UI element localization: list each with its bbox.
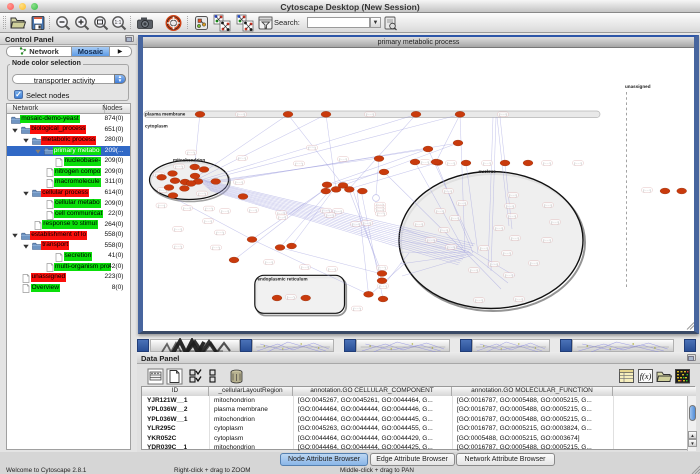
svg-text:(·····): (·····) [249, 208, 256, 212]
svg-text:(·····): (·····) [237, 113, 244, 117]
svg-text:(·····): (·····) [499, 113, 506, 117]
svg-text:(·····): (·····) [278, 215, 285, 219]
svg-text:(·····): (·····) [187, 151, 194, 155]
svg-text:(·····): (·····) [366, 113, 373, 117]
svg-text:(·····): (·····) [339, 157, 346, 161]
svg-text:(·····): (·····) [308, 146, 315, 150]
svg-text:(·····): (·····) [447, 245, 454, 249]
svg-text:(·····): (·····) [447, 161, 454, 165]
svg-text:(·····): (·····) [265, 260, 272, 264]
svg-text:(·····): (·····) [515, 297, 522, 301]
svg-text:(·····): (·····) [352, 222, 359, 226]
svg-text:(·····): (·····) [458, 201, 465, 205]
svg-text:(·····): (·····) [530, 261, 537, 265]
svg-text:(·····): (·····) [415, 222, 422, 226]
svg-text:(·····): (·····) [495, 226, 502, 230]
svg-text:(·····): (·····) [287, 295, 294, 299]
svg-text:unassigned: unassigned [625, 84, 651, 89]
svg-text:1:1: 1:1 [115, 20, 122, 26]
svg-text:(·····): (·····) [444, 189, 451, 193]
svg-text:(·····): (·····) [451, 216, 458, 220]
svg-text:(·····): (·····) [544, 203, 551, 207]
svg-text:(·····): (·····) [551, 220, 558, 224]
svg-text:(·····): (·····) [238, 156, 245, 160]
svg-text:(·····): (·····) [643, 188, 650, 192]
svg-text:endoplasmic reticulum: endoplasmic reticulum [258, 277, 308, 282]
svg-text:(·····): (·····) [503, 251, 510, 255]
svg-text:(·····): (·····) [353, 307, 360, 311]
svg-text:f(x): f(x) [640, 371, 652, 381]
svg-text:(·····): (·····) [328, 267, 335, 271]
svg-text:(·····): (·····) [506, 204, 513, 208]
svg-text:(·····): (·····) [490, 262, 497, 266]
svg-text:(·····): (·····) [363, 221, 370, 225]
svg-text:(·····): (·····) [301, 265, 308, 269]
svg-text:(·····): (·····) [421, 160, 428, 164]
svg-text:(·····): (·····) [543, 238, 550, 242]
svg-text:(·····): (·····) [427, 238, 434, 242]
svg-text:(·····): (·····) [326, 213, 333, 217]
svg-text:(·····): (·····) [483, 161, 490, 165]
svg-text:(·····): (·····) [175, 165, 182, 169]
svg-text:(·····): (·····) [543, 161, 550, 165]
svg-text:(·····): (·····) [440, 228, 447, 232]
svg-text:(·····): (·····) [221, 209, 228, 213]
svg-text:(·····): (·····) [212, 246, 219, 250]
svg-text:(·····): (·····) [511, 236, 518, 240]
svg-text:(·····): (·····) [379, 284, 386, 288]
svg-text:(·····): (·····) [295, 162, 302, 166]
svg-text:nucleus: nucleus [479, 169, 497, 174]
svg-text:plasma membrane: plasma membrane [145, 112, 186, 117]
svg-text:(·····): (·····) [174, 245, 181, 249]
svg-text:(·····): (·····) [480, 246, 487, 250]
svg-text:(·····): (·····) [216, 231, 223, 235]
svg-text:(·····): (·····) [509, 193, 516, 197]
svg-text:(·····): (·····) [436, 209, 443, 213]
svg-text:(·····): (·····) [205, 207, 212, 211]
svg-text:(·····): (·····) [378, 266, 385, 270]
svg-text:(·····): (·····) [322, 209, 329, 213]
svg-text:(·····): (·····) [235, 180, 242, 184]
svg-text:(·····): (·····) [505, 273, 512, 277]
svg-text:mitochondrion: mitochondrion [173, 158, 205, 163]
svg-text:(·····): (·····) [475, 298, 482, 302]
svg-text:(·····): (·····) [174, 227, 181, 231]
svg-text:(·····): (·····) [158, 204, 165, 208]
svg-text:(·····): (·····) [470, 268, 477, 272]
svg-text:(·····): (·····) [183, 206, 190, 210]
svg-text:(·····): (·····) [204, 219, 211, 223]
svg-text:(·····): (·····) [198, 192, 205, 196]
svg-text:(·····): (·····) [574, 161, 581, 165]
svg-text:(·····): (·····) [334, 209, 341, 213]
svg-text:(·····): (·····) [377, 212, 384, 216]
svg-text:(·····): (·····) [508, 214, 515, 218]
svg-text:cytoplasm: cytoplasm [145, 124, 168, 129]
